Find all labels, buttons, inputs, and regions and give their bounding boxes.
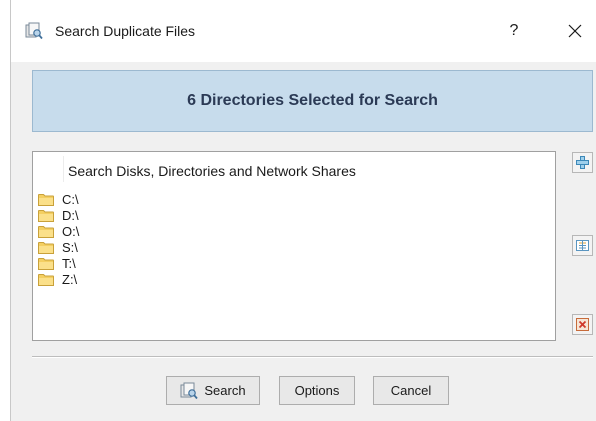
folder-icon — [38, 241, 54, 254]
title-bar: Search Duplicate Files ? — [11, 0, 596, 62]
search-icon — [180, 382, 199, 400]
selection-summary-banner: 6 Directories Selected for Search — [32, 70, 593, 132]
directory-items: C:\ D:\ O:\ S:\ T:\ Z:\ — [38, 191, 79, 287]
directory-item[interactable]: D:\ — [38, 207, 79, 223]
directory-item-label: T:\ — [62, 255, 76, 271]
remove-directory-button[interactable] — [572, 314, 593, 335]
options-button[interactable]: Options — [279, 376, 355, 405]
plus-icon — [576, 156, 589, 169]
directory-list[interactable]: Search Disks, Directories and Network Sh… — [32, 151, 556, 341]
directory-item-label: S:\ — [62, 239, 78, 255]
search-button[interactable]: Search — [166, 376, 260, 405]
directory-item-label: Z:\ — [62, 271, 78, 287]
footer-divider-highlight — [32, 357, 593, 358]
directory-item-label: D:\ — [62, 207, 79, 223]
cancel-button[interactable]: Cancel — [373, 376, 449, 405]
add-directory-button[interactable] — [572, 152, 593, 173]
folder-icon — [38, 193, 54, 206]
list-header-separator — [63, 156, 64, 182]
options-button-label: Options — [294, 383, 340, 398]
directory-item[interactable]: O:\ — [38, 223, 79, 239]
directory-item[interactable]: S:\ — [38, 239, 79, 255]
search-button-label: Search — [204, 383, 246, 398]
directory-item[interactable]: C:\ — [38, 191, 79, 207]
folder-icon — [38, 225, 54, 238]
list-icon — [576, 240, 589, 251]
close-icon[interactable] — [563, 19, 587, 43]
directory-item[interactable]: T:\ — [38, 255, 79, 271]
directory-item-label: C:\ — [62, 191, 79, 207]
list-header: Search Disks, Directories and Network Sh… — [68, 163, 356, 179]
directory-item[interactable]: Z:\ — [38, 271, 79, 287]
search-duplicate-files-dialog: Search Duplicate Files ? 6 Directories S… — [10, 0, 596, 421]
folder-icon — [38, 209, 54, 222]
duplicate-search-app-icon — [25, 22, 43, 40]
directory-item-label: O:\ — [62, 223, 80, 239]
selection-summary-text: 6 Directories Selected for Search — [187, 92, 438, 109]
edit-directory-button[interactable] — [572, 235, 593, 256]
help-button[interactable]: ? — [503, 19, 525, 43]
cancel-button-label: Cancel — [390, 383, 432, 398]
window-title: Search Duplicate Files — [55, 23, 196, 39]
remove-icon — [576, 318, 589, 331]
folder-icon — [38, 257, 54, 270]
folder-icon — [38, 273, 54, 286]
